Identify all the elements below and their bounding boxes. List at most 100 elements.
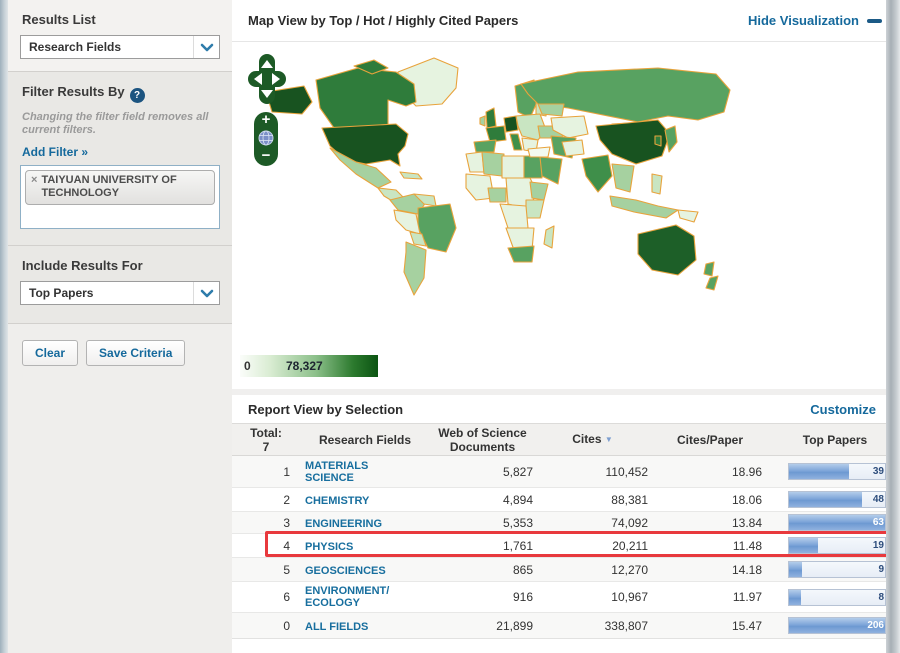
results-list-heading: Results List [22,12,96,27]
map-pan-control[interactable] [248,54,286,104]
docs-cell: 21,899 [430,612,535,639]
top-papers-value: 206 [867,620,884,631]
top-papers-bar: 19 [788,537,886,554]
filter-box[interactable]: × TAIYUAN UNIVERSITY OF TECHNOLOGY [20,165,220,229]
include-results-select[interactable]: Top Papers [20,281,220,305]
field-link[interactable]: GEOSCIENCES [300,565,394,577]
map-zoom-control[interactable]: + − [254,112,278,166]
include-results-heading: Include Results For [22,258,143,273]
filter-section: Filter Results By? Changing the filter f… [8,72,232,246]
top-papers-value: 63 [872,517,884,528]
report-view-panel: Report View by Selection Customize Total… [232,395,900,647]
cites-cell: 10,967 [535,581,650,613]
results-list-section: Results List Research Fields [8,0,232,72]
right-edge-strip[interactable] [886,0,900,653]
top-papers-value: 39 [872,466,884,477]
cites-per-paper-cell: 18.96 [650,455,770,488]
results-list-select[interactable]: Research Fields [20,35,220,59]
save-criteria-button[interactable]: Save Criteria [86,340,186,366]
map-view-title: Map View by Top / Hot / Highly Cited Pap… [248,13,519,28]
table-row: 0 ALL FIELDS 21,899 338,807 15.47 206 [232,612,900,639]
filter-tag-label: TAIYUAN UNIVERSITY OF TECHNOLOGY [41,174,177,199]
docs-cell: 1,761 [430,533,535,558]
filter-note: Changing the filter field removes all cu… [22,111,209,136]
cites-per-paper-cell: 13.84 [650,511,770,534]
top-papers-value: 48 [872,494,884,505]
legend-max-label: 78,327 [286,359,323,373]
field-link[interactable]: ENVIRONMENT/ECOLOGY [300,585,394,609]
add-filter-link[interactable]: Add Filter » [22,145,88,159]
top-papers-bar: 48 [788,491,886,508]
main-content: Map View by Top / Hot / Highly Cited Pap… [232,0,900,653]
table-row-highlighted: 4 PHYSICS 1,761 20,211 11.48 19 [232,533,900,558]
sort-desc-icon: ▼ [604,435,613,444]
field-link[interactable]: CHEMISTRY [300,495,394,507]
cites-cell: 88,381 [535,487,650,512]
zoom-in-button[interactable]: + [262,112,271,127]
table-header-row: Total: 7 Research Fields Web of Science … [232,423,900,456]
chevron-down-icon[interactable] [193,282,219,304]
table-row: 2 CHEMISTRY 4,894 88,381 18.06 48 [232,487,900,512]
field-link[interactable]: ENGINEERING [300,518,394,530]
remove-tag-icon[interactable]: × [31,174,37,200]
docs-cell: 4,894 [430,487,535,512]
world-map-svg[interactable] [238,42,888,348]
cites-cell: 12,270 [535,557,650,582]
minus-icon [867,18,882,23]
sidebar: Results List Research Fields Filter Resu… [8,0,232,653]
top-papers-bar: 9 [788,561,886,578]
table-row: 6 ENVIRONMENT/ECOLOGY 916 10,967 11.97 8 [232,581,900,613]
col-header-top-papers[interactable]: Top Papers [770,423,900,456]
rank-cell: 5 [232,557,300,582]
rank-cell: 4 [232,533,300,558]
filter-tag[interactable]: × TAIYUAN UNIVERSITY OF TECHNOLOGY [25,170,215,205]
col-header-research-fields[interactable]: Research Fields [300,423,430,456]
docs-cell: 5,827 [430,455,535,488]
left-edge-strip [0,0,8,653]
hide-visualization-link[interactable]: Hide Visualization [748,13,882,28]
cites-cell: 20,211 [535,533,650,558]
actions-section: Clear Save Criteria [8,324,232,376]
col-header-total: Total: 7 [232,423,300,456]
zoom-out-button[interactable]: − [262,148,271,163]
cites-per-paper-cell: 18.06 [650,487,770,512]
report-view-title: Report View by Selection [248,401,404,417]
col-header-cites-per-paper[interactable]: Cites/Paper [650,423,770,456]
cites-cell: 338,807 [535,612,650,639]
help-icon[interactable]: ? [129,88,145,103]
rank-cell: 3 [232,511,300,534]
cites-cell: 74,092 [535,511,650,534]
table-row: 5 GEOSCIENCES 865 12,270 14.18 9 [232,557,900,582]
col-header-cites[interactable]: Cites ▼ [535,423,650,456]
page: Results List Research Fields Filter Resu… [0,0,900,653]
report-table: Total: 7 Research Fields Web of Science … [232,423,900,639]
field-link[interactable]: ALL FIELDS [300,621,394,633]
map-region-north-america [265,57,459,203]
include-results-value: Top Papers [29,286,94,300]
col-header-wos-documents[interactable]: Web of Science Documents [430,423,535,456]
map-region-asia [520,67,731,223]
top-papers-bar: 206 [788,617,886,634]
top-papers-bar: 39 [788,463,886,480]
field-link[interactable]: PHYSICS [300,541,394,553]
docs-cell: 916 [430,581,535,613]
rank-cell: 0 [232,612,300,639]
cites-per-paper-cell: 11.48 [650,533,770,558]
map-region-south-america [389,193,457,296]
rank-cell: 2 [232,487,300,512]
rank-cell: 6 [232,581,300,613]
rank-cell: 1 [232,455,300,488]
top-papers-value: 8 [878,591,884,603]
customize-link[interactable]: Customize [810,402,876,417]
clear-button[interactable]: Clear [22,340,79,366]
top-papers-bar: 63 [788,514,886,531]
top-papers-value: 9 [878,564,884,575]
table-row: 3 ENGINEERING 5,353 74,092 13.84 63 [232,511,900,534]
field-link[interactable]: MATERIALS SCIENCE [300,460,394,484]
map-view-header: Map View by Top / Hot / Highly Cited Pap… [232,0,900,42]
docs-cell: 5,353 [430,511,535,534]
globe-icon[interactable] [258,130,274,146]
chevron-down-icon[interactable] [193,36,219,58]
top-papers-bar: 8 [788,588,886,606]
cites-cell: 110,452 [535,455,650,488]
